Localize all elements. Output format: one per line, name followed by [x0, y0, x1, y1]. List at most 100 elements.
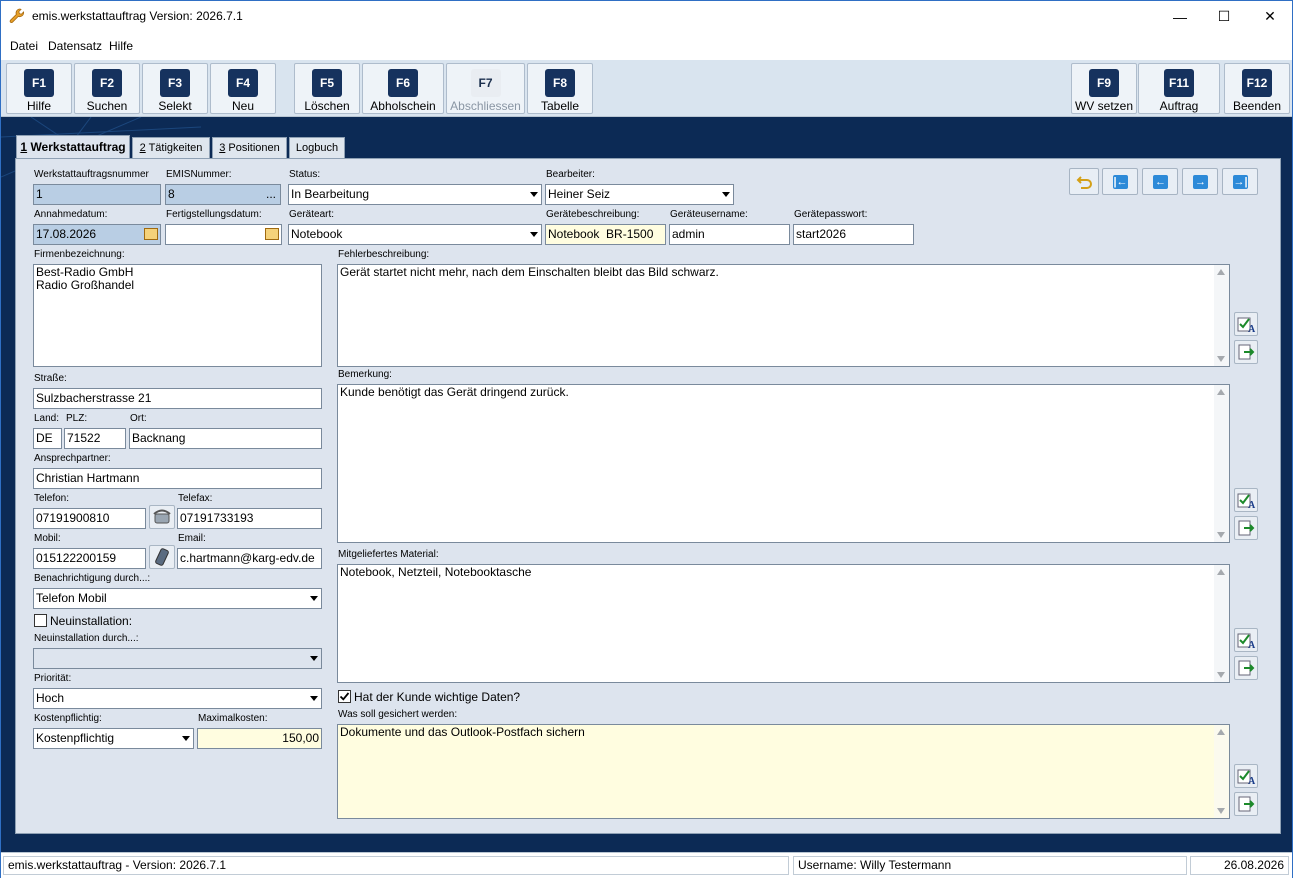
first-record-icon: |← — [1113, 175, 1128, 189]
f12-beenden-button[interactable]: F12 Beenden — [1224, 63, 1290, 114]
button-label: Selekt — [158, 99, 192, 113]
minimize-icon: — — [1173, 8, 1187, 25]
key-badge: F6 — [388, 69, 418, 97]
maximalkosten-field[interactable]: 150,00 — [197, 728, 322, 749]
annahmedatum-field[interactable]: 17.08.2026 — [33, 224, 161, 245]
chevron-down-icon — [310, 596, 318, 601]
spellcheck-button[interactable]: A — [1234, 488, 1258, 512]
scroll-down-icon — [1217, 532, 1225, 538]
spellcheck-button[interactable]: A — [1234, 312, 1258, 336]
dial-phone-button[interactable] — [149, 505, 175, 529]
previous-record-icon: ← — [1153, 175, 1168, 189]
spellcheck-button[interactable]: A — [1234, 764, 1258, 788]
insert-text-button[interactable] — [1234, 656, 1258, 680]
maximize-icon: ☐ — [1217, 8, 1231, 24]
tab-logbuch[interactable]: Logbuch — [289, 137, 345, 159]
application-window: emis.werkstattauftrag Version: 2026.7.1 … — [0, 0, 1293, 878]
insert-text-icon — [1238, 660, 1255, 676]
geraetebeschreibung-field[interactable]: Notebook BR-1500 — [545, 224, 666, 245]
spellcheck-icon: A — [1237, 633, 1256, 651]
sicherung-textarea[interactable]: Dokumente und das Outlook-Postfach siche… — [337, 724, 1230, 819]
geraetepasswort-field[interactable]: start2026 — [793, 224, 914, 245]
ort-field[interactable]: Backnang — [129, 428, 322, 449]
telefax-field[interactable]: 07191733193 — [177, 508, 322, 529]
f5-loeschen-button[interactable]: F5 Löschen — [294, 63, 360, 114]
previous-record-button[interactable]: ← — [1142, 168, 1178, 195]
geraeteusername-field[interactable]: admin — [669, 224, 790, 245]
tab-werkstattauftrag[interactable]: 1 Werkstattauftrag — [16, 135, 130, 160]
ansprechpartner-field[interactable]: Christian Hartmann — [33, 468, 322, 489]
next-record-button[interactable]: → — [1182, 168, 1218, 195]
key-badge: F3 — [160, 69, 190, 97]
f3-selekt-button[interactable]: F3 Selekt — [142, 63, 208, 114]
fertigstellungsdatum-label: Fertigstellungsdatum: — [166, 209, 262, 220]
kostenpflichtig-select[interactable]: Kostenpflichtig — [33, 728, 194, 749]
bemerkung-textarea[interactable]: Kunde benötigt das Gerät dringend zurück… — [337, 384, 1230, 543]
f9-wv-setzen-button[interactable]: F9 WV setzen — [1071, 63, 1137, 114]
scrollbar[interactable] — [1214, 565, 1229, 682]
menu-datensatz[interactable]: Datensatz — [48, 39, 102, 53]
telefax-label: Telefax: — [178, 493, 213, 504]
status-select[interactable]: In Bearbeitung — [288, 184, 542, 205]
status-value: In Bearbeitung — [291, 187, 370, 201]
firmenbezeichnung-textarea[interactable]: Best-Radio GmbH Radio Großhandel — [33, 264, 322, 367]
emisnummer-lookup-button[interactable]: ... — [266, 185, 276, 204]
email-field[interactable]: c.hartmann@karg-edv.de — [177, 548, 322, 569]
undo-icon — [1076, 176, 1092, 189]
benachrichtigung-label: Benachrichtigung durch...: — [34, 573, 151, 584]
land-field[interactable]: DE — [33, 428, 62, 449]
fehlerbeschreibung-textarea[interactable]: Gerät startet nicht mehr, nach dem Einsc… — [337, 264, 1230, 367]
scrollbar[interactable] — [1214, 385, 1229, 542]
f6-abholschein-button[interactable]: F6 Abholschein — [362, 63, 444, 114]
f7-abschliessen-button[interactable]: F7 Abschliessen — [446, 63, 525, 114]
dial-mobile-button[interactable] — [149, 545, 175, 569]
spellcheck-button[interactable]: A — [1234, 628, 1258, 652]
last-record-button[interactable]: →| — [1222, 168, 1258, 195]
prioritaet-select[interactable]: Hoch — [33, 688, 322, 709]
benachrichtigung-select[interactable]: Telefon Mobil — [33, 588, 322, 609]
scrollbar[interactable] — [1214, 265, 1229, 366]
fertigstellungsdatum-field[interactable] — [165, 224, 282, 245]
insert-text-button[interactable] — [1234, 792, 1258, 816]
scroll-down-icon — [1217, 672, 1225, 678]
scroll-up-icon — [1217, 269, 1225, 275]
material-textarea[interactable]: Notebook, Netzteil, Notebooktasche — [337, 564, 1230, 683]
close-button[interactable]: ✕ — [1247, 1, 1293, 32]
neuinstallation-durch-label: Neuinstallation durch...: — [34, 633, 139, 644]
plz-field[interactable]: 71522 — [64, 428, 126, 449]
neuinstallation-durch-select[interactable] — [33, 648, 322, 669]
wichtige-daten-checkbox[interactable] — [338, 690, 351, 703]
telefon-field[interactable]: 07191900810 — [33, 508, 146, 529]
minimize-button[interactable]: — — [1157, 1, 1203, 32]
prioritaet-label: Priorität: — [34, 673, 72, 684]
material-label: Mitgeliefertes Material: — [338, 549, 439, 560]
first-record-button[interactable]: |← — [1102, 168, 1138, 195]
menu-hilfe[interactable]: Hilfe — [109, 39, 133, 53]
f11-auftrag-button[interactable]: F11 Auftrag — [1138, 63, 1220, 114]
button-label: Hilfe — [26, 99, 51, 113]
tab-taetigkeiten[interactable]: 2 Tätigkeiten — [132, 137, 210, 159]
f8-tabelle-button[interactable]: F8 Tabelle — [527, 63, 593, 114]
calendar-icon[interactable] — [144, 228, 158, 240]
neuinstallation-checkbox[interactable] — [34, 614, 47, 627]
mobil-field[interactable]: 015122200159 — [33, 548, 146, 569]
insert-text-icon — [1238, 520, 1255, 536]
insert-text-button[interactable] — [1234, 516, 1258, 540]
undo-button[interactable] — [1069, 168, 1099, 195]
sicherung-text: Dokumente und das Outlook-Postfach siche… — [340, 725, 585, 739]
f1-hilfe-button[interactable]: F1 Hilfe — [6, 63, 72, 114]
bearbeiter-select[interactable]: Heiner Seiz — [545, 184, 734, 205]
scrollbar[interactable] — [1214, 725, 1229, 818]
strasse-field[interactable]: Sulzbacherstrasse 21 — [33, 388, 322, 409]
calendar-icon[interactable] — [265, 228, 279, 240]
f4-neu-button[interactable]: F4 Neu — [210, 63, 276, 114]
tab-label: Logbuch — [295, 142, 339, 154]
f2-suchen-button[interactable]: F2 Suchen — [74, 63, 140, 114]
insert-text-button[interactable] — [1234, 340, 1258, 364]
chevron-down-icon — [530, 232, 538, 237]
geraeteart-select[interactable]: Notebook — [288, 224, 542, 245]
tab-positionen[interactable]: 3 Positionen — [212, 137, 287, 159]
maximize-button[interactable]: ☐ — [1201, 1, 1247, 32]
chevron-down-icon — [722, 192, 730, 197]
menu-datei[interactable]: Datei — [10, 39, 38, 53]
